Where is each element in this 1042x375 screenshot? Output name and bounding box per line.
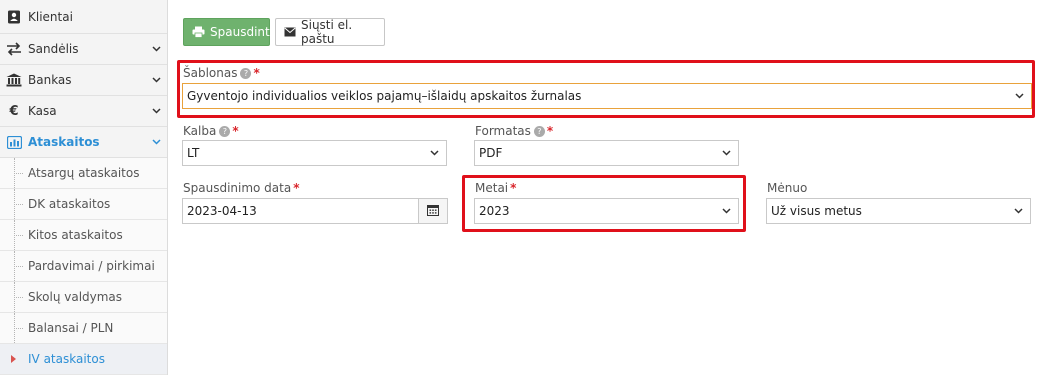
required-marker: *	[232, 124, 239, 138]
sidebar-item-label: Ataskaitos	[28, 135, 100, 149]
chevron-down-icon	[151, 44, 161, 54]
print-date-label: Spausdinimo data *	[183, 181, 300, 195]
sidebar-subitem-label: Atsargų ataskaitos	[28, 166, 140, 180]
sidebar-subitem-label: DK ataskaitos	[28, 197, 111, 211]
sidebar-subitem-label: Skolų valdymas	[28, 290, 123, 304]
year-label-text: Metai	[475, 181, 509, 195]
month-label: Mėnuo	[767, 181, 807, 195]
tree-guide-dash	[14, 204, 23, 205]
language-label-text: Kalba	[183, 124, 217, 138]
print-date-input[interactable]: 2023-04-13	[182, 198, 419, 224]
help-icon[interactable]: ?	[533, 125, 545, 137]
required-marker: *	[510, 181, 517, 195]
month-label-text: Mėnuo	[767, 181, 808, 195]
tree-guide-dash	[14, 235, 23, 236]
template-select[interactable]: Gyventojo individualios veiklos pajamų–i…	[182, 83, 1032, 109]
required-marker: *	[293, 181, 300, 195]
year-label: Metai *	[475, 181, 516, 195]
sidebar-item-kasa[interactable]: € Kasa	[0, 96, 167, 127]
send-email-button[interactable]: Siųsti el. paštu	[275, 18, 385, 46]
help-icon[interactable]: ?	[219, 125, 231, 137]
calendar-icon	[427, 204, 439, 219]
sidebar-subitem-skolu-valdymas[interactable]: Skolų valdymas	[0, 282, 167, 313]
language-select[interactable]: LT	[182, 140, 447, 166]
send-email-button-label: Siųsti el. paštu	[301, 18, 353, 46]
sidebar-item-klientai[interactable]: Klientai	[0, 0, 167, 34]
sidebar-item-sandelis[interactable]: Sandėlis	[0, 34, 167, 65]
format-select[interactable]: PDF	[474, 140, 739, 166]
sidebar-subitem-kitos-ataskaitos[interactable]: Kitos ataskaitos	[0, 220, 167, 251]
tree-guide-dash	[14, 266, 23, 267]
chevron-down-icon	[151, 137, 161, 147]
sidebar-subitem-label: Pardavimai / pirkimai	[28, 259, 155, 273]
template-select-value: Gyventojo individualios veiklos pajamų–i…	[187, 89, 582, 103]
print-date-label-text: Spausdinimo data	[183, 181, 292, 195]
sidebar-subitem-iv-ataskaitos[interactable]: IV ataskaitos	[0, 344, 167, 375]
chevron-down-icon	[151, 106, 161, 116]
sidebar-subitem-atsargu-ataskaitos[interactable]: Atsargų ataskaitos	[0, 158, 167, 189]
sidebar: Klientai Sandėlis Bankas € Kasa Ataskait…	[0, 0, 168, 375]
print-button[interactable]: Spausdinti	[183, 18, 274, 46]
calendar-button[interactable]	[418, 198, 448, 224]
format-select-value: PDF	[479, 146, 503, 160]
help-icon[interactable]: ?	[240, 67, 252, 79]
print-date-value: 2023-04-13	[187, 204, 257, 218]
format-label-text: Formatas	[475, 124, 531, 138]
year-select[interactable]: 2023	[474, 198, 739, 224]
sidebar-subitem-dk-ataskaitos[interactable]: DK ataskaitos	[0, 189, 167, 220]
sidebar-item-label: Sandėlis	[28, 42, 79, 56]
exchange-arrows-icon	[6, 41, 22, 57]
printer-icon	[192, 26, 205, 38]
chart-icon	[6, 134, 22, 150]
sidebar-item-label: Bankas	[28, 73, 72, 87]
sidebar-item-ataskaitos[interactable]: Ataskaitos	[0, 127, 167, 158]
required-marker: *	[253, 66, 260, 80]
sidebar-item-label: Klientai	[28, 9, 73, 24]
sidebar-subitem-balansai-pln[interactable]: Balansai / PLN	[0, 313, 167, 344]
sidebar-subitem-label: IV ataskaitos	[28, 352, 105, 366]
contact-card-icon	[6, 9, 22, 25]
print-button-label: Spausdinti	[210, 25, 274, 39]
chevron-down-icon	[722, 148, 732, 158]
chevron-down-icon	[722, 206, 732, 216]
sidebar-item-label: Kasa	[28, 104, 57, 118]
bank-icon	[6, 72, 22, 88]
format-label: Formatas ? *	[475, 124, 553, 138]
language-label: Kalba ? *	[183, 124, 239, 138]
envelope-icon	[284, 27, 296, 37]
language-select-value: LT	[187, 146, 200, 160]
tree-guide-dash	[14, 173, 23, 174]
template-label: Šablonas ? *	[183, 66, 260, 80]
year-select-value: 2023	[479, 204, 510, 218]
sidebar-subitem-label: Kitos ataskaitos	[28, 228, 123, 242]
tree-guide-dash	[14, 328, 23, 329]
active-marker-icon	[11, 355, 16, 363]
chevron-down-icon	[1015, 91, 1025, 101]
month-select-value: Už visus metus	[771, 204, 862, 218]
required-marker: *	[546, 124, 554, 138]
month-select[interactable]: Už visus metus	[766, 198, 1031, 224]
euro-icon: €	[9, 103, 19, 119]
chevron-down-icon	[430, 148, 440, 158]
template-label-text: Šablonas	[183, 66, 238, 80]
sidebar-item-bankas[interactable]: Bankas	[0, 65, 167, 96]
chevron-down-icon	[1014, 206, 1024, 216]
tree-guide-dash	[14, 297, 23, 298]
sidebar-subitem-pardavimai-pirkimai[interactable]: Pardavimai / pirkimai	[0, 251, 167, 282]
sidebar-subitem-label: Balansai / PLN	[28, 321, 114, 335]
chevron-down-icon	[151, 75, 161, 85]
